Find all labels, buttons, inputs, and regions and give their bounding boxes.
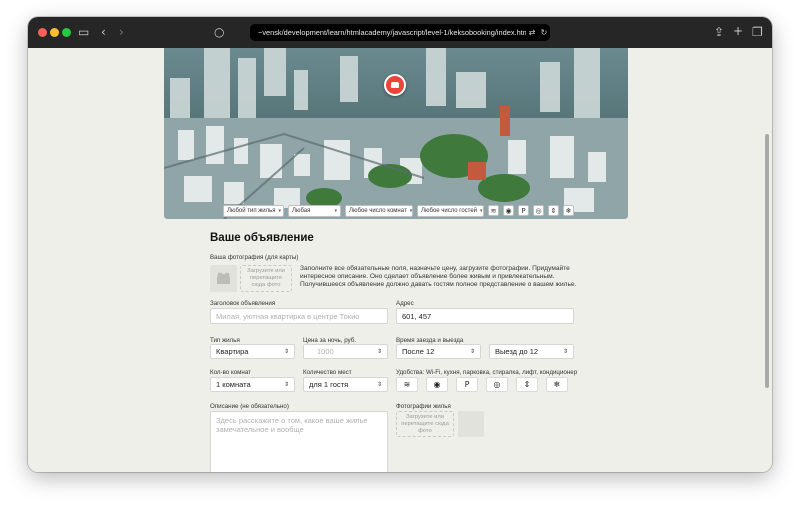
- parking-icon[interactable]: P: [518, 205, 529, 216]
- page-content: Любой тип жилья ▾ Любая ▾ Любое число комн…: [28, 48, 772, 472]
- photos-upload-zone[interactable]: Загрузите или перетащите сюда фото: [396, 411, 454, 437]
- conditioner-icon[interactable]: ❄: [546, 377, 568, 392]
- chevron-updown-icon: ⇕: [562, 348, 568, 355]
- rooms-select-value: 1 комната: [216, 380, 251, 389]
- close-window-button[interactable]: [38, 28, 47, 37]
- tabs-overview-icon[interactable]: ❐: [752, 26, 763, 38]
- type-label: Тип жилья: [210, 337, 240, 344]
- price-input[interactable]: 1000 ⇕: [303, 344, 388, 359]
- site-settings-icon[interactable]: ○: [214, 26, 224, 38]
- washer-icon[interactable]: ◎: [533, 205, 544, 216]
- form-intro-text: Заполните все обязательные поля, назначь…: [300, 265, 577, 288]
- sidebar-icon[interactable]: ▭: [78, 26, 89, 38]
- photo-preview: [458, 411, 484, 437]
- minimize-window-button[interactable]: [50, 28, 59, 37]
- filter-price[interactable]: Любая ▾: [288, 204, 341, 217]
- dishwasher-icon[interactable]: ◉: [503, 205, 514, 216]
- parking-icon[interactable]: P: [456, 377, 478, 392]
- wifi-icon[interactable]: ≋: [396, 377, 418, 392]
- capacity-select-value: для 1 гостя: [309, 380, 349, 389]
- filter-guests[interactable]: Любое число гостей ▾: [417, 204, 484, 217]
- checkin-select[interactable]: После 12 ⇕: [396, 344, 481, 359]
- address-input[interactable]: 601, 457: [396, 308, 574, 324]
- wifi-icon[interactable]: ≋: [488, 205, 499, 216]
- capacity-select[interactable]: для 1 гостя ⇕: [303, 377, 388, 392]
- title-input[interactable]: Милая, уютная квартирка в центре Токио: [210, 308, 388, 324]
- back-icon[interactable]: ‹: [101, 26, 106, 38]
- chevron-updown-icon: ⇕: [376, 381, 382, 388]
- address-bar[interactable]: ~vensk/development/learn/htmlacademy/jav…: [250, 24, 550, 41]
- avatar-label: Ваша фотография (для карты): [210, 254, 299, 261]
- features-label: Удобства: Wi-Fi, кухня, парковка, стирал…: [396, 369, 578, 376]
- share-icon[interactable]: ⇪: [714, 26, 724, 38]
- chevron-down-icon: ▾: [409, 207, 413, 214]
- photos-label: Фотографии жилья: [396, 403, 451, 410]
- browser-window: ▭ ‹ › ○ ~vensk/development/learn/htmlaca…: [28, 17, 772, 472]
- url-text: ~vensk/development/learn/htmlacademy/jav…: [258, 28, 526, 37]
- chevron-down-icon: ▾: [334, 207, 337, 214]
- filter-rooms[interactable]: Любое число комнат ▾: [345, 204, 413, 217]
- chevron-down-icon: ▾: [480, 207, 483, 214]
- form-title: Ваше объявление: [210, 232, 314, 244]
- description-label: Описание (не обязательно): [210, 403, 289, 410]
- avatar-placeholder-icon: [217, 272, 230, 284]
- page-scrollbar[interactable]: [765, 134, 769, 388]
- rooms-label: Кол-во комнат: [210, 369, 251, 376]
- dishwasher-icon[interactable]: ◉: [426, 377, 448, 392]
- filter-guests-value: Любое число гостей: [421, 207, 478, 214]
- map[interactable]: Любой тип жилья ▾ Любая ▾ Любое число комн…: [164, 48, 628, 219]
- filter-housing-type-value: Любой тип жилья: [227, 207, 276, 214]
- avatar-upload-zone[interactable]: Загрузите или перетащите сюда фото: [240, 265, 292, 292]
- chevron-updown-icon: ⇕: [283, 348, 289, 355]
- price-input-placeholder: 1000: [317, 347, 334, 356]
- reload-icon[interactable]: ↻: [538, 28, 550, 37]
- chevron-down-icon: ▾: [278, 207, 282, 214]
- washer-icon[interactable]: ◎: [486, 377, 508, 392]
- stepper-icon[interactable]: ⇕: [377, 348, 382, 355]
- browser-toolbar: ▭ ‹ › ○ ~vensk/development/learn/htmlaca…: [28, 17, 772, 48]
- new-tab-icon[interactable]: +: [733, 25, 743, 37]
- translate-icon[interactable]: ⇄: [526, 28, 538, 37]
- conditioner-icon[interactable]: ❄: [563, 205, 574, 216]
- type-select-value: Квартира: [216, 347, 249, 356]
- filter-housing-type[interactable]: Любой тип жилья ▾: [223, 204, 284, 217]
- main-pin-icon[interactable]: [384, 74, 406, 96]
- checkout-select[interactable]: Выезд до 12 ⇕: [489, 344, 574, 359]
- elevator-icon[interactable]: ⇕: [548, 205, 559, 216]
- address-label: Адрес: [396, 300, 414, 307]
- type-select[interactable]: Квартира ⇕: [210, 344, 295, 359]
- description-textarea[interactable]: Здесь расскажите о том, какое ваше жилье…: [210, 411, 388, 472]
- checkin-select-value: После 12: [402, 347, 435, 356]
- capacity-label: Количество мест: [303, 369, 352, 376]
- time-label: Время заезда и выезда: [396, 337, 464, 344]
- filter-price-value: Любая: [292, 207, 311, 214]
- chevron-updown-icon: ⇕: [283, 381, 289, 388]
- elevator-icon[interactable]: ⇕: [516, 377, 538, 392]
- avatar-preview: [210, 265, 237, 292]
- checkout-select-value: Выезд до 12: [495, 347, 539, 356]
- chevron-updown-icon: ⇕: [469, 348, 475, 355]
- filter-rooms-value: Любое число комнат: [349, 207, 407, 214]
- maximize-window-button[interactable]: [62, 28, 71, 37]
- title-label: Заголовок объявления: [210, 300, 276, 307]
- forward-icon[interactable]: ›: [119, 26, 124, 38]
- map-filters: Любой тип жилья ▾ Любая ▾ Любое число комн…: [164, 202, 628, 219]
- rooms-select[interactable]: 1 комната ⇕: [210, 377, 295, 392]
- price-label: Цена за ночь, руб.: [303, 337, 356, 344]
